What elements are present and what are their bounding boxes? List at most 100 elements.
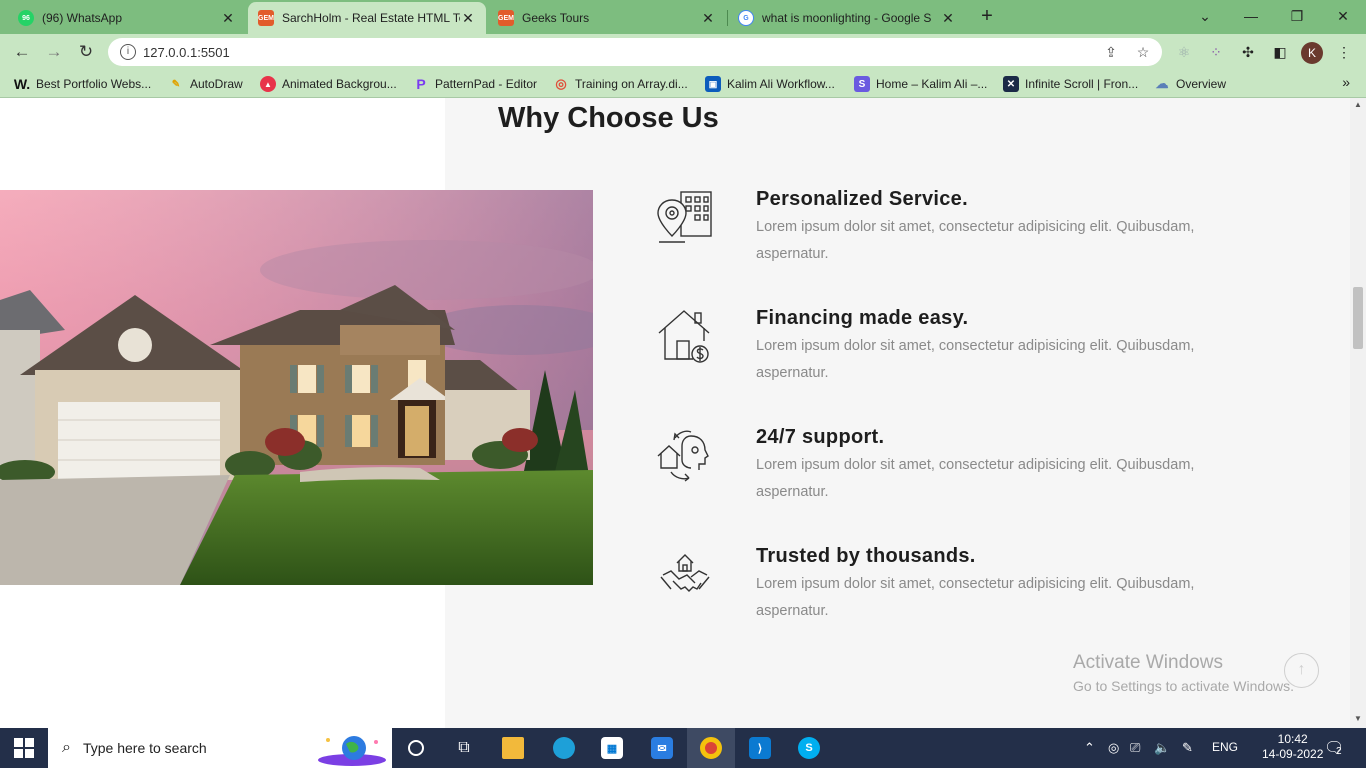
address-bar[interactable]: i 127.0.0.1:5501 ⇪ ☆: [108, 38, 1162, 66]
bookmark-item[interactable]: ◎ Training on Array.di...: [553, 75, 687, 93]
scroll-down-arrow-icon[interactable]: ▼: [1354, 714, 1362, 723]
infinite-scroll-icon: ✕: [1003, 76, 1019, 92]
search-icon: ⌕: [62, 739, 71, 756]
extension-sparkle-icon[interactable]: ⁘: [1206, 42, 1226, 62]
close-icon[interactable]: ✕: [220, 10, 236, 27]
browser-toolbar: ← → ↻ i 127.0.0.1:5501 ⇪ ☆ ⚛ ⁘ ✣ ◧ K ⋮: [0, 34, 1366, 70]
tab-google-search[interactable]: G what is moonlighting - Google S ✕: [728, 2, 966, 34]
file-explorer-icon[interactable]: [489, 728, 537, 768]
tab-geeks-tours[interactable]: GEM Geeks Tours ✕: [488, 2, 726, 34]
bookmark-item[interactable]: ✎ AutoDraw: [168, 75, 243, 93]
pen-workspace-icon[interactable]: ✎: [1182, 740, 1193, 756]
search-placeholder: Type here to search: [82, 740, 207, 756]
bookmark-item[interactable]: P PatternPad - Editor: [413, 75, 537, 93]
taskbar-search-box[interactable]: ⌕ Type here to search: [48, 728, 392, 768]
bookmarks-overflow-chevron-icon[interactable]: »: [1342, 74, 1350, 90]
vscode-icon[interactable]: ⟩: [736, 728, 784, 768]
show-hidden-icons-chevron-icon[interactable]: ⌃: [1084, 740, 1095, 756]
feature-trusted: Trusted by thousands. Lorem ipsum dolor …: [655, 545, 1295, 635]
support-agent-icon: [657, 430, 709, 482]
feature-title: Trusted by thousands.: [756, 545, 976, 567]
feature-description: Lorem ipsum dolor sit amet, consectetur …: [756, 338, 1195, 381]
close-icon[interactable]: ✕: [940, 10, 956, 27]
taskbar-clock[interactable]: 10:42 14-09-2022: [1262, 732, 1323, 762]
scrollbar-thumb[interactable]: [1353, 287, 1363, 349]
patternpad-icon: P: [416, 76, 426, 92]
feature-financing: Financing made easy. Lorem ipsum dolor s…: [655, 307, 1295, 397]
feature-description: Lorem ipsum dolor sit amet, consectetur …: [756, 219, 1195, 262]
extensions-puzzle-icon[interactable]: ✣: [1238, 42, 1258, 62]
bookmark-item[interactable]: S Home – Kalim Ali –...: [854, 75, 987, 93]
profile-avatar[interactable]: K: [1301, 42, 1323, 64]
bookmark-item[interactable]: ☁ Overview: [1154, 75, 1227, 93]
reload-icon[interactable]: ↻: [74, 40, 98, 64]
task-view-icon[interactable]: ⧉: [440, 728, 488, 768]
tab-search-chevron-down-icon[interactable]: ⌄: [1182, 4, 1228, 28]
scroll-up-arrow-icon[interactable]: ▲: [1354, 100, 1362, 109]
chrome-icon[interactable]: [687, 728, 735, 768]
mail-icon[interactable]: ✉: [638, 728, 686, 768]
language-indicator[interactable]: ENG: [1212, 740, 1238, 754]
house-photo: [0, 190, 593, 585]
bookmark-item[interactable]: ✕ Infinite Scroll | Fron...: [1003, 75, 1138, 93]
back-arrow-icon[interactable]: ←: [10, 40, 34, 64]
share-icon[interactable]: ⇪: [1102, 43, 1120, 61]
scroll-to-top-button[interactable]: ↑: [1284, 653, 1319, 688]
forward-arrow-icon[interactable]: →: [42, 40, 66, 64]
new-tab-button[interactable]: +: [976, 6, 998, 28]
bookmark-star-icon[interactable]: ☆: [1134, 43, 1152, 61]
tab-sarchholm[interactable]: GEM SarchHolm - Real Estate HTML Te ✕: [248, 2, 486, 34]
feature-title: Personalized Service.: [756, 188, 968, 210]
bookmarks-bar: W. Best Portfolio Webs... ✎ AutoDraw ▲ Anim…: [0, 70, 1366, 98]
feature-title: Financing made easy.: [756, 307, 969, 329]
watermark-title: Activate Windows: [1073, 652, 1223, 673]
notification-count: 2: [1336, 746, 1342, 757]
volume-icon[interactable]: 🔈: [1154, 740, 1170, 756]
windows-taskbar: ⌕ Type here to search ⧉ ▦ ✉ ⟩ S ⌃ ◎ ⎚ 🔈 …: [0, 728, 1366, 768]
bookmark-item[interactable]: ▣ Kalim Ali Workflow...: [705, 75, 835, 93]
page-scrollbar[interactable]: ▲ ▼: [1350, 98, 1366, 728]
animated-background-icon: ▲: [260, 76, 276, 92]
menu-kebab-icon[interactable]: ⋮: [1334, 42, 1354, 62]
trello-board-icon: ▣: [705, 76, 721, 92]
autodraw-pencil-icon: ✎: [171, 78, 181, 90]
site-favicon-icon: GEM: [498, 10, 514, 26]
site-info-icon[interactable]: i: [120, 44, 136, 60]
feature-title: 24/7 support.: [756, 426, 885, 448]
close-icon[interactable]: ✕: [700, 10, 716, 27]
meet-now-icon[interactable]: ◎: [1108, 740, 1119, 756]
tab-title: (96) WhatsApp: [42, 11, 123, 25]
feature-personalized-service: Personalized Service. Lorem ipsum dolor …: [655, 188, 1295, 278]
close-icon[interactable]: ✕: [460, 10, 476, 27]
clock-date: 14-09-2022: [1262, 747, 1324, 761]
section-heading: Why Choose Us: [498, 102, 719, 134]
activate-windows-watermark: Activate Windows Go to Settings to activ…: [1073, 652, 1294, 694]
task-view-cortana-icon[interactable]: [392, 728, 440, 768]
bookmark-w-icon: W.: [13, 76, 31, 92]
microsoft-store-icon[interactable]: ▦: [588, 728, 636, 768]
bookmark-item[interactable]: W. Best Portfolio Webs...: [14, 75, 151, 93]
site-favicon-icon: GEM: [258, 10, 274, 26]
feature-description: Lorem ipsum dolor sit amet, consectetur …: [756, 457, 1195, 500]
restore-button[interactable]: ❐: [1274, 4, 1320, 28]
overview-cloud-icon: ☁: [1155, 76, 1169, 91]
windows-start-icon[interactable]: [14, 738, 34, 758]
house-dollar-icon: [658, 310, 710, 363]
google-favicon-icon: G: [738, 10, 754, 26]
bookmark-item[interactable]: ▲ Animated Backgrou...: [260, 75, 397, 93]
minimize-button[interactable]: —: [1228, 4, 1274, 28]
tab-title: Geeks Tours: [522, 11, 590, 25]
url-text[interactable]: 127.0.0.1:5501: [143, 45, 230, 60]
side-panel-icon[interactable]: ◧: [1270, 42, 1290, 62]
window-close-button[interactable]: ✕: [1320, 4, 1366, 28]
extension-react-icon[interactable]: ⚛: [1174, 42, 1194, 62]
notification-center-icon[interactable]: 🗨 2: [1324, 738, 1344, 758]
tab-whatsapp[interactable]: 96 (96) WhatsApp ✕: [8, 2, 246, 34]
tab-title: what is moonlighting - Google S: [762, 11, 932, 25]
feature-description: Lorem ipsum dolor sit amet, consectetur …: [756, 576, 1195, 619]
feature-support: 24/7 support. Lorem ipsum dolor sit amet…: [655, 426, 1295, 516]
skype-icon[interactable]: S: [785, 728, 833, 768]
edge-browser-icon[interactable]: [540, 728, 588, 768]
search-highlight-globe-icon: [318, 736, 386, 766]
network-icon[interactable]: ⎚: [1130, 740, 1140, 756]
